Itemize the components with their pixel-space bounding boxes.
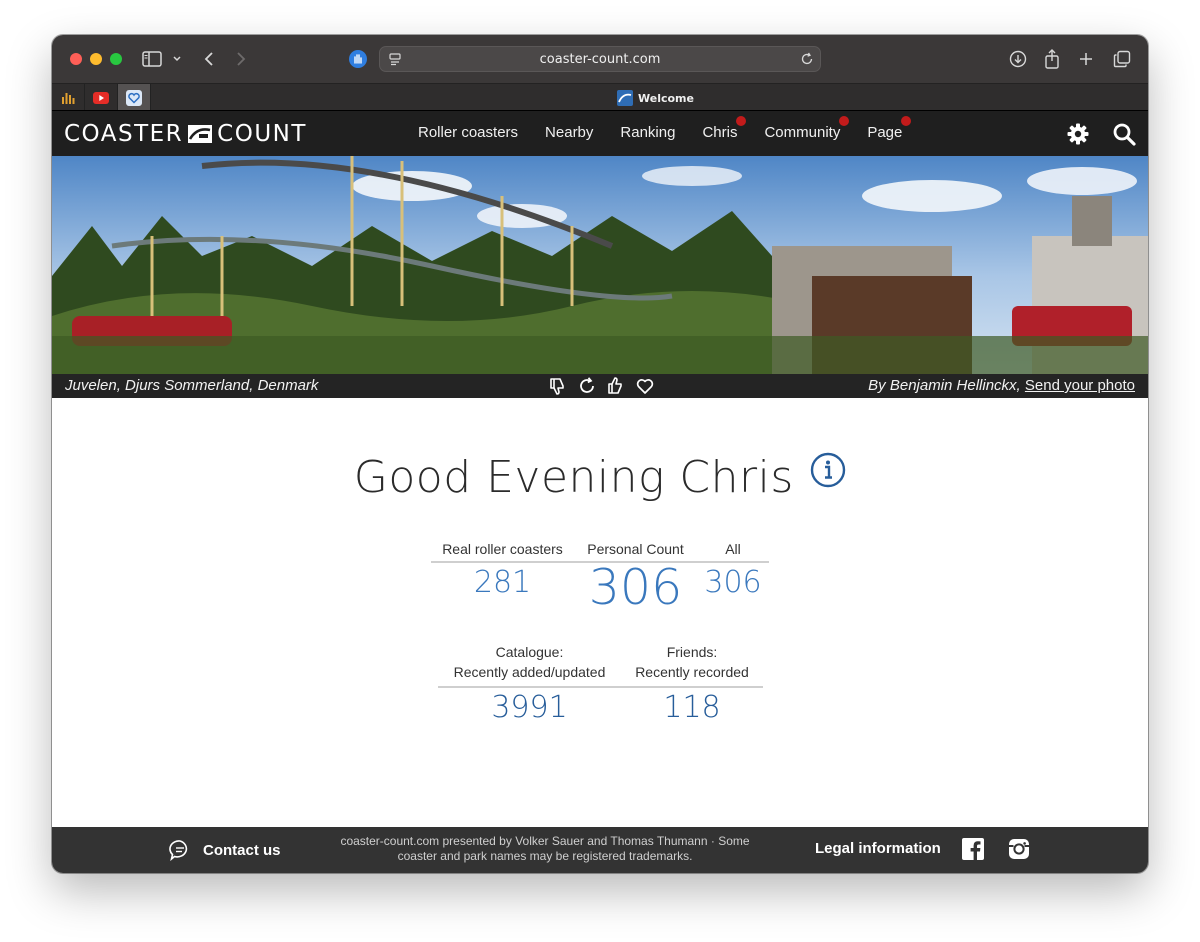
info-icon[interactable] (810, 452, 846, 493)
chat-bubble-icon (169, 840, 188, 861)
photo-caption: Juvelen, Djurs Sommerland, Denmark (65, 377, 319, 394)
friends-label-line1: Friends: (666, 644, 718, 660)
friends-value[interactable]: 118 (621, 690, 763, 725)
logo-text-right: COUNT (217, 121, 307, 147)
site-logo[interactable]: COASTER COUNT (64, 121, 307, 147)
pinned-tab-heart[interactable] (118, 84, 151, 111)
catalogue-label: Catalogue: Recently added/updated (438, 642, 621, 682)
facebook-icon[interactable] (962, 838, 984, 860)
thumbs-down-icon[interactable] (548, 376, 568, 396)
all-label: All (725, 541, 741, 557)
notification-badge (736, 116, 747, 126)
personal-count-value[interactable]: 306 (574, 559, 697, 616)
real-coasters-value[interactable]: 281 (431, 565, 574, 616)
notification-badge (839, 116, 850, 126)
reload-icon[interactable] (800, 52, 814, 71)
nav-label: Ranking (620, 124, 676, 141)
browser-window: coaster-count.com Welcome COASTER COUNT … (52, 35, 1148, 873)
search-icon[interactable] (1112, 122, 1136, 146)
close-window-button[interactable] (70, 53, 82, 65)
active-tab[interactable]: Welcome (617, 90, 694, 106)
chevron-down-icon[interactable] (170, 47, 184, 71)
active-tab-title: Welcome (638, 91, 694, 105)
friends-label-line2: Recently recorded (635, 664, 749, 680)
pinned-tab-chart[interactable] (52, 84, 85, 111)
tab-overview-icon[interactable] (1110, 47, 1134, 71)
youtube-icon (93, 91, 109, 104)
catalogue-value[interactable]: 3991 (438, 690, 621, 725)
nav-label: Page (867, 124, 903, 141)
hero-photo (52, 156, 1148, 374)
main-nav: Roller coasters Nearby Ranking Chris Com… (418, 116, 929, 141)
minimize-window-button[interactable] (90, 53, 102, 65)
url-text: coaster-count.com (539, 52, 661, 67)
coaster-count-favicon (617, 90, 633, 106)
greeting-heading: Good Evening Chris (52, 452, 1148, 503)
back-icon[interactable] (198, 47, 220, 71)
friends-label: Friends: Recently recorded (621, 642, 763, 682)
photo-actions (548, 376, 655, 396)
count-stats: Real roller coasters Personal Count All … (431, 541, 769, 616)
catalogue-label-line2: Recently added/updated (453, 664, 606, 680)
nav-label: Roller coasters (418, 124, 519, 141)
heart-badge-icon (126, 89, 142, 106)
tab-bar: Welcome (52, 83, 1148, 111)
zoom-window-button[interactable] (110, 53, 122, 65)
legal-information-link[interactable]: Legal information (815, 840, 941, 857)
sidebar-icon[interactable] (140, 47, 164, 71)
photo-caption-bar: Juvelen, Djurs Sommerland, Denmark By Be… (52, 374, 1148, 398)
site-header: COASTER COUNT Roller coasters Nearby Ran… (52, 110, 1148, 156)
nav-roller-coasters[interactable]: Roller coasters (418, 124, 518, 141)
privacy-shield-icon[interactable] (346, 47, 370, 71)
photo-credit: By Benjamin Hellinckx, Send your photo (868, 377, 1135, 394)
address-bar[interactable]: coaster-count.com (379, 46, 821, 72)
nav-community[interactable]: Community (764, 116, 850, 141)
browser-toolbar: coaster-count.com (52, 35, 1148, 83)
share-icon[interactable] (1040, 47, 1064, 71)
personal-count-label: Personal Count (587, 541, 684, 557)
nav-label: Chris (702, 124, 738, 141)
forward-icon[interactable] (230, 47, 252, 71)
heart-icon[interactable] (635, 376, 655, 396)
contact-us-link[interactable]: Contact us (169, 839, 281, 861)
nav-nearby[interactable]: Nearby (545, 124, 593, 141)
notification-badge (901, 116, 912, 126)
catalogue-label-line1: Catalogue: (495, 644, 564, 660)
photographer-credit: By Benjamin Hellinckx, (868, 377, 1021, 394)
new-tab-icon[interactable] (1074, 47, 1098, 71)
main-content: Good Evening Chris Real roller coasters … (52, 398, 1148, 827)
send-photo-link[interactable]: Send your photo (1025, 377, 1135, 394)
activity-stats: Catalogue: Recently added/updated Friend… (438, 642, 763, 725)
pinned-tab-youtube[interactable] (85, 84, 118, 111)
coaster-logo-icon (188, 125, 213, 143)
all-value[interactable]: 306 (697, 565, 769, 616)
instagram-icon[interactable] (1008, 838, 1030, 860)
nav-label: Nearby (545, 124, 594, 141)
download-icon[interactable] (1006, 47, 1030, 71)
nav-ranking[interactable]: Ranking (620, 124, 675, 141)
nav-label: Community (764, 124, 841, 141)
nav-chris[interactable]: Chris (702, 116, 747, 141)
contact-us-label: Contact us (203, 841, 281, 859)
greeting-text: Good Evening Chris (353, 452, 794, 503)
nav-page[interactable]: Page (867, 116, 912, 141)
site-footer: Contact us coaster-count.com presented b… (52, 827, 1148, 873)
gear-icon[interactable] (1066, 122, 1090, 146)
real-coasters-label: Real roller coasters (442, 541, 563, 557)
copyright-notice: coaster-count.com presented by Volker Sa… (340, 834, 750, 863)
bar-chart-icon (62, 92, 75, 104)
refresh-icon[interactable] (577, 376, 597, 396)
roller-coaster-photo (52, 156, 1148, 374)
thumbs-up-icon[interactable] (606, 376, 626, 396)
logo-text-left: COASTER (64, 121, 184, 147)
